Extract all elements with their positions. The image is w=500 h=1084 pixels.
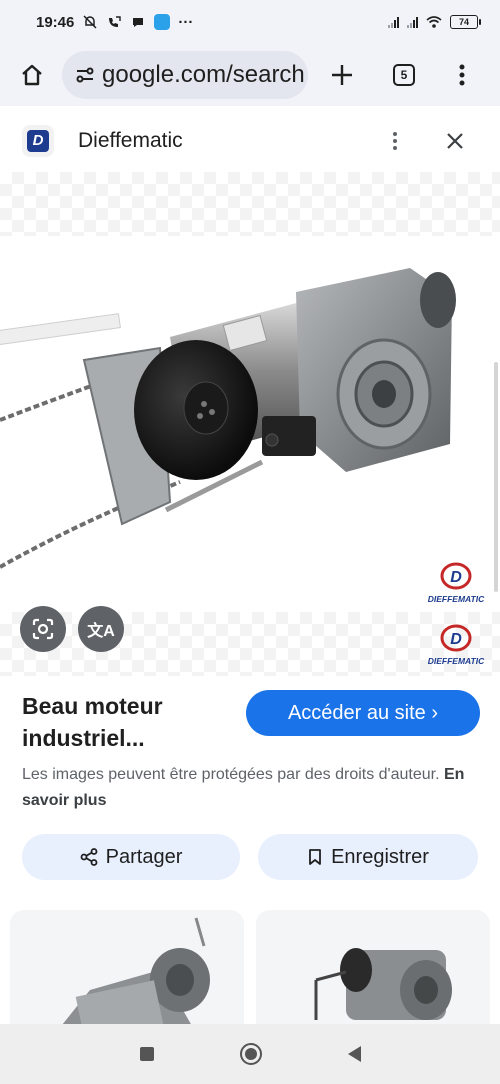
call-forward-icon [106, 14, 122, 30]
browser-menu-button[interactable] [442, 55, 482, 95]
share-button[interactable]: Partager [22, 834, 240, 880]
dieffematic-watermark-logo-2: D DIEFFEMATIC [428, 624, 485, 666]
related-image-1[interactable] [10, 910, 244, 1040]
options-button[interactable] [380, 124, 410, 158]
image-viewer[interactable]: D DIEFFEMATIC D DIEFFEMATIC 文A [0, 172, 500, 676]
chat-icon [130, 14, 146, 30]
site-logo: D [22, 125, 54, 157]
signal-2-icon [407, 16, 418, 28]
lens-button[interactable] [20, 606, 66, 652]
battery-icon: 74 [450, 15, 481, 29]
tab-count[interactable]: 5 [393, 64, 415, 86]
url-text[interactable]: google.com/search [102, 61, 305, 89]
save-button[interactable]: Enregistrer [258, 834, 478, 880]
svg-text:D: D [450, 569, 462, 586]
svg-text:DIEFFEMATIC: DIEFFEMATIC [428, 594, 485, 604]
close-icon [447, 133, 463, 149]
svg-text:DIEFFEMATIC: DIEFFEMATIC [428, 656, 485, 666]
close-button[interactable] [438, 124, 472, 158]
browser-toolbar: google.com/search 5 [0, 44, 500, 106]
dieffematic-watermark-logo: D DIEFFEMATIC [428, 562, 485, 604]
svg-text:D: D [450, 631, 462, 648]
copyright-notice: Les images peuvent être protégées par de… [22, 766, 465, 809]
back-button[interactable] [347, 1046, 361, 1062]
result-title[interactable]: Beau moteur industriel... [22, 690, 232, 754]
save-label[interactable]: Enregistrer [331, 846, 429, 869]
share-label[interactable]: Partager [106, 846, 183, 869]
status-time: 19:46 [36, 13, 75, 31]
more-vert-icon [459, 64, 465, 86]
scrollbar[interactable] [494, 362, 498, 592]
visit-site-button[interactable]: Accéder au site › [246, 690, 480, 736]
tab-switcher-button[interactable]: 5 [384, 55, 424, 95]
mute-icon [82, 14, 98, 30]
plus-icon [332, 65, 352, 85]
home-icon [22, 64, 42, 86]
address-bar[interactable]: google.com/search [62, 51, 308, 99]
system-nav-bar [0, 1024, 500, 1084]
status-bar: 19:46 ··· 74 [0, 0, 500, 44]
bookmark-icon [309, 849, 321, 865]
related-motor-image [314, 948, 452, 1020]
home-nav-button[interactable] [239, 1043, 262, 1065]
lens-icon [32, 618, 54, 640]
source-header: D Dieffematic [0, 118, 500, 164]
site-name[interactable]: Dieffematic [78, 129, 183, 153]
translate-icon: 文A [87, 623, 115, 640]
new-tab-button[interactable] [322, 55, 362, 95]
site-settings-icon[interactable] [74, 64, 96, 86]
wifi-icon [426, 14, 442, 30]
translate-button[interactable]: 文A [78, 606, 124, 652]
home-button[interactable] [14, 57, 50, 93]
related-image-2[interactable] [256, 910, 490, 1040]
recents-button[interactable] [139, 1047, 154, 1061]
signal-icon [388, 16, 399, 28]
share-icon [80, 848, 98, 866]
related-motor-image [50, 917, 210, 1040]
more-notifications-icon: ··· [178, 13, 194, 31]
app-badge-icon [154, 14, 171, 30]
more-vert-icon [393, 132, 397, 150]
